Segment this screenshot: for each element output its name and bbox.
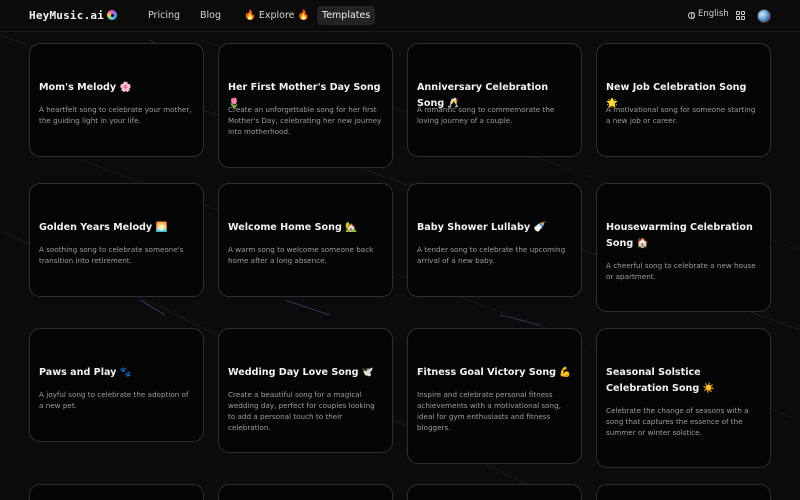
card-description: A tender song to celebrate the upcoming … [417,245,566,265]
card-description: A warm song to welcome someone back home… [228,245,374,265]
template-card[interactable] [596,484,771,500]
template-card[interactable] [218,484,393,500]
top-navbar: HeyMusic.ai Pricing Blog 🔥 Explore 🔥 Tem… [0,0,800,32]
card-description: A heartfelt song to celebrate your mothe… [39,105,192,125]
template-card[interactable]: Her First Mother's Day Song 🌷 Create an … [218,43,393,168]
nav-templates[interactable]: Templates [317,6,376,25]
nav-explore[interactable]: 🔥 Explore 🔥 [239,6,314,25]
logo-disc-icon [107,10,117,20]
card-title: Housewarming Celebration Song 🏠 [606,222,753,249]
card-description: Create a beautiful song for a magical we… [228,390,375,432]
card-description: A joyful song to celebrate the adoption … [39,390,189,410]
card-description: A romantic song to commemorate the lovin… [417,105,555,125]
template-card[interactable] [407,484,582,500]
card-description: Inspire and celebrate personal fitness a… [417,390,561,432]
card-title: Baby Shower Lullaby 🍼 [417,222,546,233]
card-title: Mom's Melody 🌸 [39,82,132,93]
template-card[interactable]: Paws and Play 🐾 A joyful song to celebra… [29,328,204,442]
card-description: A cheerful song to celebrate a new house… [606,261,756,281]
language-selector[interactable]: English [698,9,729,19]
globe-icon [688,12,695,19]
grid-icon[interactable] [736,11,745,20]
template-card[interactable]: Golden Years Melody 🌅 A soothing song to… [29,183,204,297]
nav-blog[interactable]: Blog [195,6,226,25]
card-description: A soothing song to celebrate someone's t… [39,245,184,265]
nav-pricing[interactable]: Pricing [143,6,185,25]
template-card[interactable]: Wedding Day Love Song 🕊️ Create a beauti… [218,328,393,453]
avatar[interactable] [757,9,771,23]
template-card[interactable]: Anniversary Celebration Song 🥂 A romanti… [407,43,582,157]
template-card[interactable]: Welcome Home Song 🏡 A warm song to welco… [218,183,393,297]
template-card[interactable]: Fitness Goal Victory Song 💪 Inspire and … [407,328,582,464]
card-title: Golden Years Melody 🌅 [39,222,168,233]
template-card[interactable]: Baby Shower Lullaby 🍼 A tender song to c… [407,183,582,297]
card-title: Fitness Goal Victory Song 💪 [417,367,572,378]
template-card[interactable]: Housewarming Celebration Song 🏠 A cheerf… [596,183,771,312]
template-card[interactable]: Mom's Melody 🌸 A heartfelt song to celeb… [29,43,204,157]
card-title: Seasonal Solstice Celebration Song ☀️ [606,367,715,394]
card-title: Wedding Day Love Song 🕊️ [228,367,374,378]
template-card[interactable]: New Job Celebration Song 🌟 A motivationa… [596,43,771,157]
template-card[interactable]: Seasonal Solstice Celebration Song ☀️ Ce… [596,328,771,468]
card-description: A motivational song for someone starting… [606,105,756,125]
template-card[interactable] [29,484,204,500]
logo-text[interactable]: HeyMusic.ai [29,9,104,22]
card-description: Celebrate the change of seasons with a s… [606,406,749,437]
card-title: Paws and Play 🐾 [39,367,132,378]
card-description: Create an unforgettable song for her fir… [228,105,382,136]
card-title: Welcome Home Song 🏡 [228,222,358,233]
